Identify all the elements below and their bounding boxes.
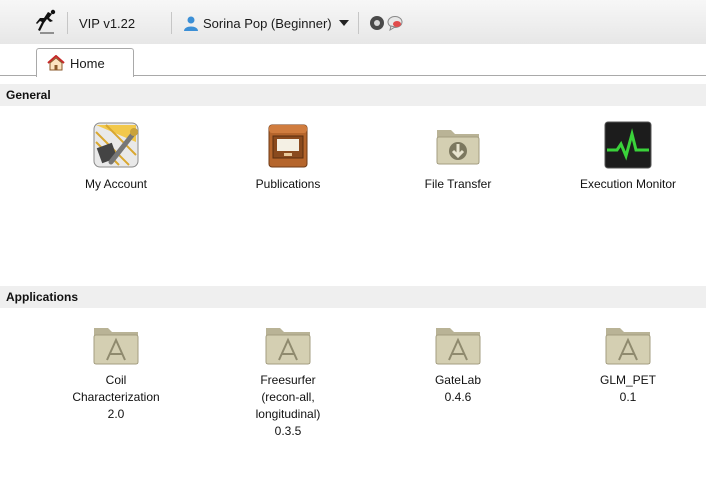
chevron-down-icon — [338, 20, 349, 26]
app-folder-icon — [605, 328, 651, 365]
activity-monitor-icon — [604, 121, 652, 169]
tile-my-account[interactable]: My Account — [41, 120, 191, 193]
download-folder-icon — [436, 130, 480, 165]
user-name-label: Sorina Pop (Beginner) — [203, 15, 332, 31]
toolbar-separator — [171, 12, 172, 34]
tile-label: Execution Monitor — [579, 177, 677, 191]
toolbar-separator — [67, 12, 68, 34]
user-menu[interactable]: Sorina Pop (Beginner) — [183, 13, 349, 33]
tile-file-transfer[interactable]: File Transfer — [383, 120, 533, 193]
tile-execution-monitor[interactable]: Execution Monitor — [553, 120, 703, 193]
tile-app-freesurfer[interactable]: Freesurfer (recon-all, longitudinal) 0.3… — [213, 322, 363, 440]
app-version: 0.3.5 — [274, 424, 302, 438]
tab-label: Home — [70, 55, 105, 71]
app-name-line3: longitudinal) — [255, 407, 321, 421]
app-name-line2: (recon-all, — [261, 390, 315, 404]
app-folder-icon — [265, 328, 311, 365]
section-header-general: General — [0, 84, 706, 106]
home-icon — [47, 55, 65, 71]
tile-publications[interactable]: Publications — [213, 120, 363, 193]
section-header-applications: Applications — [0, 286, 706, 308]
app-version: 0.4.6 — [444, 390, 472, 404]
app-name-line2: Characterization — [72, 390, 160, 404]
app-name: GateLab — [434, 373, 482, 387]
cabinet-drawer-icon — [268, 124, 308, 168]
top-toolbar: VIP v1.22 Sorina Pop (Beginner) — [0, 0, 706, 44]
app-name: Coil — [105, 373, 127, 387]
running-figure-logo-icon[interactable] — [34, 9, 60, 35]
account-tools-icon — [93, 122, 139, 168]
tile-app-coil[interactable]: Coil Characterization 2.0 — [41, 322, 191, 423]
tile-app-glm-pet[interactable]: GLM_PET 0.1 — [553, 322, 703, 406]
app-folder-icon — [435, 328, 481, 365]
app-version: 0.1 — [619, 390, 637, 404]
tab-home[interactable]: Home — [36, 48, 134, 77]
tile-label: File Transfer — [424, 177, 492, 191]
user-icon — [184, 16, 198, 31]
tile-label: My Account — [84, 177, 148, 191]
chat-bubble-icon[interactable] — [387, 15, 403, 31]
app-name: GLM_PET — [599, 373, 656, 387]
tile-label: Publications — [255, 177, 321, 191]
gray-circle-icon[interactable] — [369, 15, 385, 31]
app-folder-icon — [93, 328, 139, 365]
version-label: VIP v1.22 — [79, 15, 136, 31]
app-name: Freesurfer — [260, 373, 316, 387]
toolbar-separator — [358, 12, 359, 34]
tab-bar: Home — [0, 44, 706, 77]
app-version: 2.0 — [107, 407, 125, 421]
tile-app-gatelab[interactable]: GateLab 0.4.6 — [383, 322, 533, 406]
